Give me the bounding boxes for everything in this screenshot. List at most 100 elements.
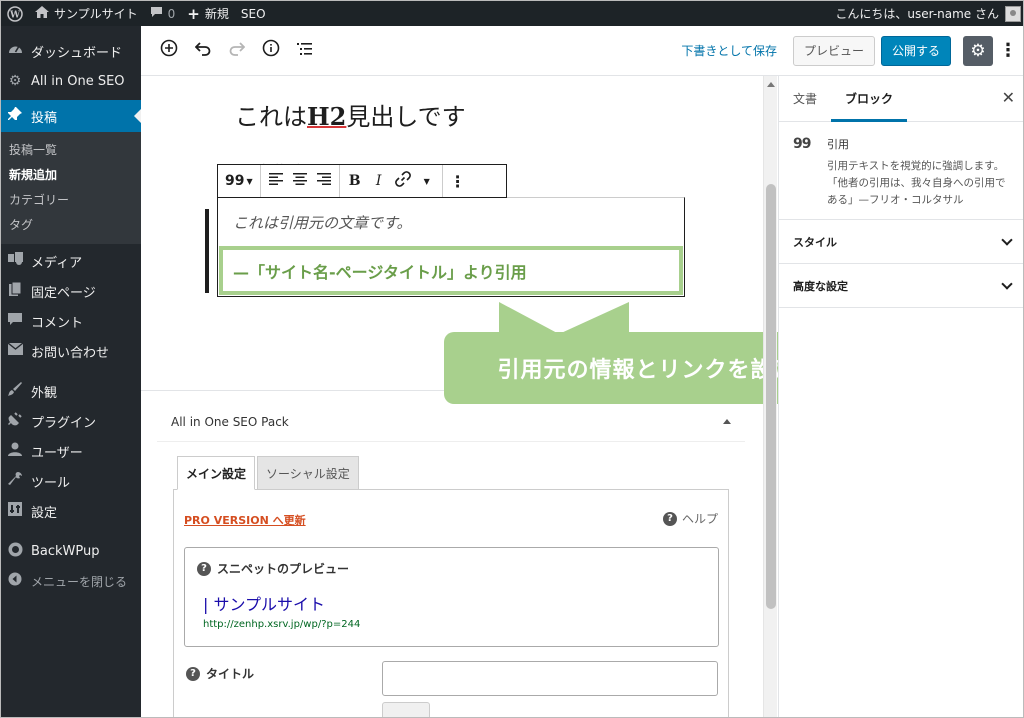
new-content-link[interactable]: + 新規 bbox=[181, 1, 235, 26]
heading-block[interactable]: これはH2見出しです bbox=[235, 97, 466, 132]
info-icon bbox=[262, 39, 280, 62]
seo-tabs: メイン設定 ソーシャル設定 bbox=[177, 456, 359, 490]
quote-text[interactable]: これは引用元の文章です。 bbox=[233, 212, 412, 233]
block-name: 引用 bbox=[827, 138, 849, 151]
tab-document[interactable]: 文書 bbox=[779, 76, 831, 122]
sidebar-item-comments[interactable]: コメント bbox=[1, 306, 141, 336]
outline-button[interactable] bbox=[289, 35, 321, 67]
sidebar-item-appearance[interactable]: 外観 bbox=[1, 376, 141, 406]
tab-block[interactable]: ブロック bbox=[831, 76, 908, 122]
sidebar-item-label: 設定 bbox=[31, 505, 58, 521]
plus-circle-icon bbox=[160, 39, 178, 62]
align-left-button[interactable] bbox=[265, 168, 287, 194]
content-scrollbar[interactable] bbox=[763, 76, 777, 717]
comments-link[interactable]: 0 bbox=[144, 1, 182, 26]
settings-toggle-button[interactable]: ⚙ bbox=[963, 35, 993, 66]
scrollbar-thumb[interactable] bbox=[766, 184, 776, 609]
wp-editor-window: W サンプルサイト 0 + 新規 SEO こんにちは、user-name さん bbox=[0, 0, 1024, 718]
help-link[interactable]: ? ヘルプ bbox=[662, 510, 718, 527]
pro-version-link[interactable]: PRO VERSION へ更新 bbox=[184, 512, 306, 528]
preview-button[interactable]: プレビュー bbox=[792, 35, 875, 66]
list-outline-icon bbox=[297, 41, 313, 61]
posts-submenu: 投稿一覧 新規追加 カテゴリー タグ bbox=[1, 132, 141, 244]
sidebar-item-label: 外観 bbox=[31, 385, 58, 401]
redo-button[interactable] bbox=[221, 35, 253, 67]
submenu-all-posts[interactable]: 投稿一覧 bbox=[1, 138, 141, 163]
panel-advanced-label: 高度な設定 bbox=[793, 279, 848, 293]
heading-tag-text: H2 bbox=[307, 102, 347, 131]
comment-bubble-icon bbox=[150, 6, 163, 21]
seo-metabox: All in One SEO Pack PRO VERSION へ更新 ? ヘル… bbox=[157, 402, 745, 717]
save-draft-button[interactable]: 下書きとして保存 bbox=[681, 42, 777, 59]
tab-social-settings[interactable]: ソーシャル設定 bbox=[257, 456, 359, 490]
user-icon bbox=[7, 442, 23, 460]
settings-icon bbox=[7, 502, 23, 520]
seo-label: SEO bbox=[240, 6, 266, 21]
link-button[interactable] bbox=[392, 168, 414, 194]
tab-main-settings[interactable]: メイン設定 bbox=[177, 456, 256, 490]
sidebar-item-media[interactable]: メディア bbox=[1, 246, 141, 276]
admin-bar: W サンプルサイト 0 + 新規 SEO こんにちは、user-name さん bbox=[1, 1, 1023, 26]
block-more-button[interactable]: ⋮ bbox=[447, 168, 469, 194]
page-icon bbox=[7, 281, 23, 300]
sidebar-item-plugins[interactable]: プラグイン bbox=[1, 406, 141, 436]
link-icon bbox=[394, 171, 411, 191]
site-name-link[interactable]: サンプルサイト bbox=[29, 1, 144, 26]
sidebar-item-tools[interactable]: ツール bbox=[1, 466, 141, 496]
sidebar-item-label: コメント bbox=[31, 315, 84, 331]
redo-icon bbox=[229, 41, 246, 61]
seo-link[interactable]: SEO bbox=[235, 1, 272, 26]
sidebar-item-contact[interactable]: お問い合わせ bbox=[1, 336, 141, 366]
panel-styles[interactable]: スタイル bbox=[779, 220, 1023, 264]
vertical-ellipsis-icon: ⋮ bbox=[449, 171, 466, 191]
gear-icon: ⚙ bbox=[8, 73, 22, 89]
avatar[interactable] bbox=[1005, 5, 1021, 22]
info-button[interactable] bbox=[255, 35, 287, 67]
caret-down-icon: ▼ bbox=[423, 176, 430, 186]
question-icon[interactable]: ? bbox=[186, 666, 200, 681]
scroll-up-arrow-icon[interactable] bbox=[767, 82, 775, 87]
sidebar-item-label: ユーザー bbox=[31, 445, 83, 461]
more-menu-button[interactable]: ⋮ bbox=[999, 36, 1017, 66]
comment-icon bbox=[7, 312, 23, 330]
seo-title-input[interactable] bbox=[382, 661, 718, 696]
citation-highlight[interactable]: —「サイト名-ページタイトル」より引用 bbox=[219, 246, 683, 295]
add-block-button[interactable] bbox=[153, 35, 185, 67]
snippet-label: ? スニペットのプレビュー bbox=[197, 560, 349, 577]
wp-logo-icon[interactable]: W bbox=[1, 1, 29, 26]
submenu-categories[interactable]: カテゴリー bbox=[1, 188, 141, 213]
align-right-button[interactable] bbox=[313, 168, 335, 194]
italic-button[interactable]: I bbox=[368, 168, 390, 194]
snippet-label-text: スニペットのプレビュー bbox=[217, 562, 350, 576]
sidebar-item-users[interactable]: ユーザー bbox=[1, 436, 141, 466]
align-center-button[interactable] bbox=[289, 168, 311, 194]
seo-metabox-header[interactable]: All in One SEO Pack bbox=[157, 402, 745, 442]
sidebar-item-backwpup[interactable]: BackWPup bbox=[1, 536, 141, 566]
close-icon[interactable]: ✕ bbox=[1002, 88, 1015, 107]
more-formats-button[interactable]: ▼ bbox=[416, 168, 438, 194]
sidebar-item-posts[interactable]: 投稿 bbox=[1, 100, 141, 132]
block-info-card: 99 引用 引用テキストを視覚的に強調します。「他者の引用は、我々自身への引用で… bbox=[779, 122, 1023, 220]
collapse-triangle-icon[interactable] bbox=[723, 419, 731, 424]
media-icon bbox=[7, 252, 23, 270]
panel-advanced[interactable]: 高度な設定 bbox=[779, 264, 1023, 308]
sidebar-item-settings[interactable]: 設定 bbox=[1, 496, 141, 526]
sidebar-item-label: お問い合わせ bbox=[31, 345, 110, 361]
title-field-label: ? タイトル bbox=[186, 665, 254, 682]
snippet-title: | サンプルサイト bbox=[203, 595, 325, 614]
question-icon[interactable]: ? bbox=[197, 561, 211, 576]
sidebar-item-pages[interactable]: 固定ページ bbox=[1, 276, 141, 306]
submenu-add-new[interactable]: 新規追加 bbox=[1, 163, 141, 188]
submenu-tags[interactable]: タグ bbox=[1, 213, 141, 238]
collapse-menu-button[interactable]: メニューを閉じる bbox=[1, 566, 141, 596]
quote-transform-button[interactable]: 99 ▼ bbox=[222, 168, 256, 194]
pin-icon bbox=[7, 107, 23, 125]
sidebar-item-aioseo[interactable]: ⚙ All in One SEO bbox=[1, 66, 141, 96]
greeting[interactable]: こんにちは、user-name さん bbox=[835, 5, 999, 22]
undo-button[interactable] bbox=[187, 35, 219, 67]
bold-button[interactable]: B bbox=[344, 168, 366, 194]
sidebar-item-dashboard[interactable]: ダッシュボード bbox=[1, 36, 141, 66]
publish-button[interactable]: 公開する bbox=[880, 35, 951, 66]
caret-down-icon: ▼ bbox=[246, 176, 253, 186]
sidebar-item-label: プラグイン bbox=[31, 415, 97, 431]
